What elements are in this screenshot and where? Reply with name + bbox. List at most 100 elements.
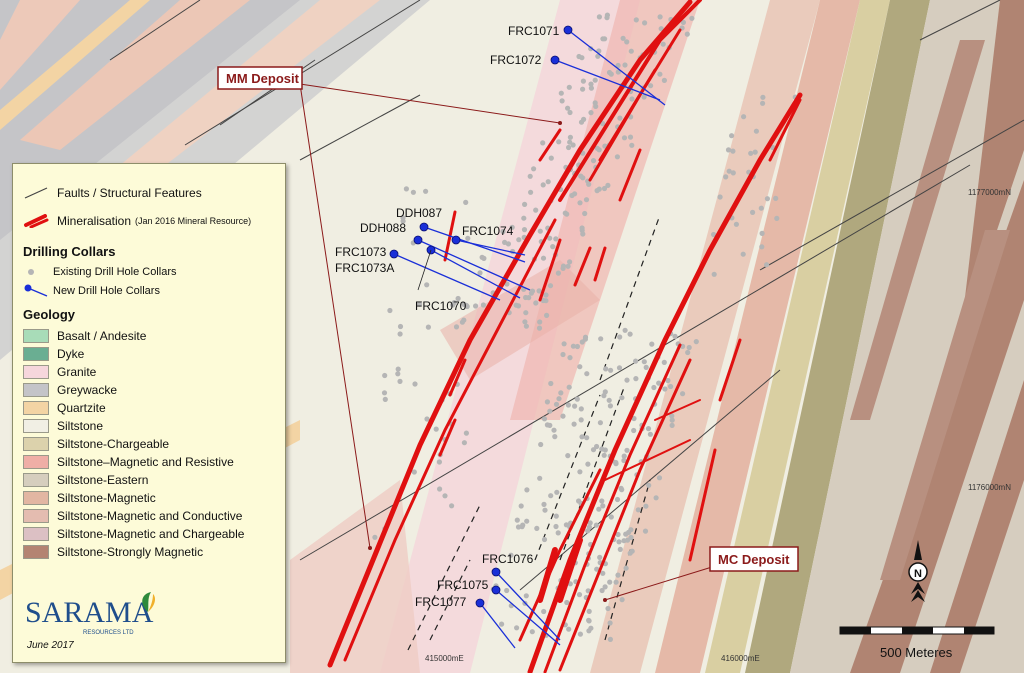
company-subtitle: RESOURCES LTD	[83, 630, 134, 636]
existing-collar	[423, 188, 429, 194]
scale-bar-label: 500 Meteres	[880, 645, 953, 660]
existing-collar	[521, 215, 527, 221]
mineralisation-icon	[24, 214, 49, 228]
existing-collar	[577, 631, 584, 637]
legend-geology-unit: Siltstone-Chargeable	[23, 437, 169, 451]
legend-panel: Faults / Structural Features Mineralisat…	[12, 163, 286, 663]
existing-collar	[672, 333, 678, 339]
existing-collar	[680, 391, 686, 397]
geology-swatch	[23, 455, 49, 469]
scale-bar-segment	[902, 627, 933, 634]
existing-collar	[733, 221, 740, 227]
existing-collar	[473, 303, 479, 309]
legend-geology-unit: Siltstone-Eastern	[23, 473, 148, 487]
existing-collar	[586, 628, 592, 634]
existing-collar	[599, 498, 605, 504]
existing-collar	[608, 514, 614, 520]
existing-collar	[542, 507, 548, 513]
existing-collar	[624, 377, 630, 383]
existing-collar	[604, 15, 610, 21]
existing-collar	[560, 263, 567, 269]
existing-collar	[571, 421, 577, 427]
existing-collar	[661, 77, 668, 83]
collar-frc1075	[491, 585, 501, 595]
existing-collar	[553, 401, 560, 407]
geology-unit-label: Siltstone-Magnetic and Conductive	[57, 509, 243, 523]
hole-label-frc1076: FRC1076	[482, 552, 534, 566]
existing-collar	[424, 282, 430, 288]
legend-geology-unit: Basalt / Andesite	[23, 329, 146, 343]
existing-collar	[410, 189, 416, 195]
existing-collar	[548, 380, 554, 387]
existing-collar	[547, 283, 554, 289]
existing-collar	[545, 179, 551, 185]
existing-collar	[480, 302, 486, 308]
existing-collar	[538, 441, 544, 448]
existing-collar	[481, 255, 487, 261]
easting-label: 416000mE	[721, 654, 760, 663]
existing-collar	[548, 493, 554, 499]
north-arrow-letter: N	[914, 568, 922, 580]
existing-collar	[723, 174, 729, 180]
existing-collar	[627, 331, 633, 337]
existing-collar	[594, 443, 600, 450]
existing-collar	[403, 186, 409, 192]
existing-collar	[684, 31, 690, 37]
existing-collar	[502, 239, 508, 245]
hole-label-ddh088: DDH088	[360, 221, 406, 235]
existing-collar	[588, 85, 595, 91]
existing-collar	[533, 207, 539, 213]
existing-collar	[621, 135, 628, 141]
existing-collar	[750, 209, 756, 215]
existing-collar	[661, 359, 667, 365]
geology-swatch	[23, 473, 49, 487]
existing-collar	[577, 469, 583, 475]
existing-collar	[623, 565, 629, 571]
existing-collar	[523, 323, 530, 329]
legend-new-collars-label: New Drill Hole Collars	[53, 285, 160, 297]
existing-collar	[647, 431, 654, 437]
geology-unit-label: Siltstone-Magnetic	[57, 491, 156, 505]
hole-label-frc1071: FRC1071	[508, 24, 560, 38]
existing-collar	[580, 78, 587, 84]
existing-collar	[616, 539, 622, 545]
existing-collar	[527, 173, 533, 179]
existing-collar	[567, 259, 573, 265]
existing-collar	[629, 96, 635, 102]
existing-collar	[381, 390, 388, 396]
existing-collar	[552, 434, 558, 440]
existing-collar	[646, 482, 652, 488]
existing-collar	[633, 358, 639, 364]
hole-label-frc1073a: FRC1073A	[335, 261, 394, 275]
existing-collar	[606, 69, 613, 76]
existing-collar	[628, 48, 634, 54]
geology-unit-label: Siltstone-Eastern	[57, 473, 149, 487]
callout-point	[368, 546, 372, 550]
existing-collar	[518, 503, 524, 509]
existing-collar	[607, 403, 614, 409]
existing-collar	[608, 367, 614, 373]
existing-collar	[607, 579, 613, 585]
existing-collar	[580, 175, 586, 181]
geology-unit-label: Siltstone	[57, 419, 104, 433]
existing-collar	[556, 139, 562, 145]
callout-point	[603, 598, 607, 602]
existing-collar	[740, 251, 746, 257]
existing-collar	[397, 378, 403, 384]
existing-collar	[522, 201, 528, 207]
existing-collar	[436, 459, 442, 465]
existing-collar	[660, 41, 666, 47]
existing-collar	[574, 396, 580, 402]
existing-collar	[504, 587, 510, 594]
collar-frc1071	[563, 25, 573, 35]
existing-collar	[626, 529, 632, 536]
hole-label-frc1070: FRC1070	[415, 299, 467, 313]
existing-collar	[614, 154, 621, 160]
existing-collar	[741, 114, 747, 120]
existing-collar	[596, 147, 602, 153]
existing-collar	[524, 518, 530, 524]
existing-collar	[601, 452, 607, 458]
existing-collar	[657, 14, 663, 20]
existing-collar	[412, 381, 418, 387]
hole-label-frc1075: FRC1075	[437, 578, 489, 592]
